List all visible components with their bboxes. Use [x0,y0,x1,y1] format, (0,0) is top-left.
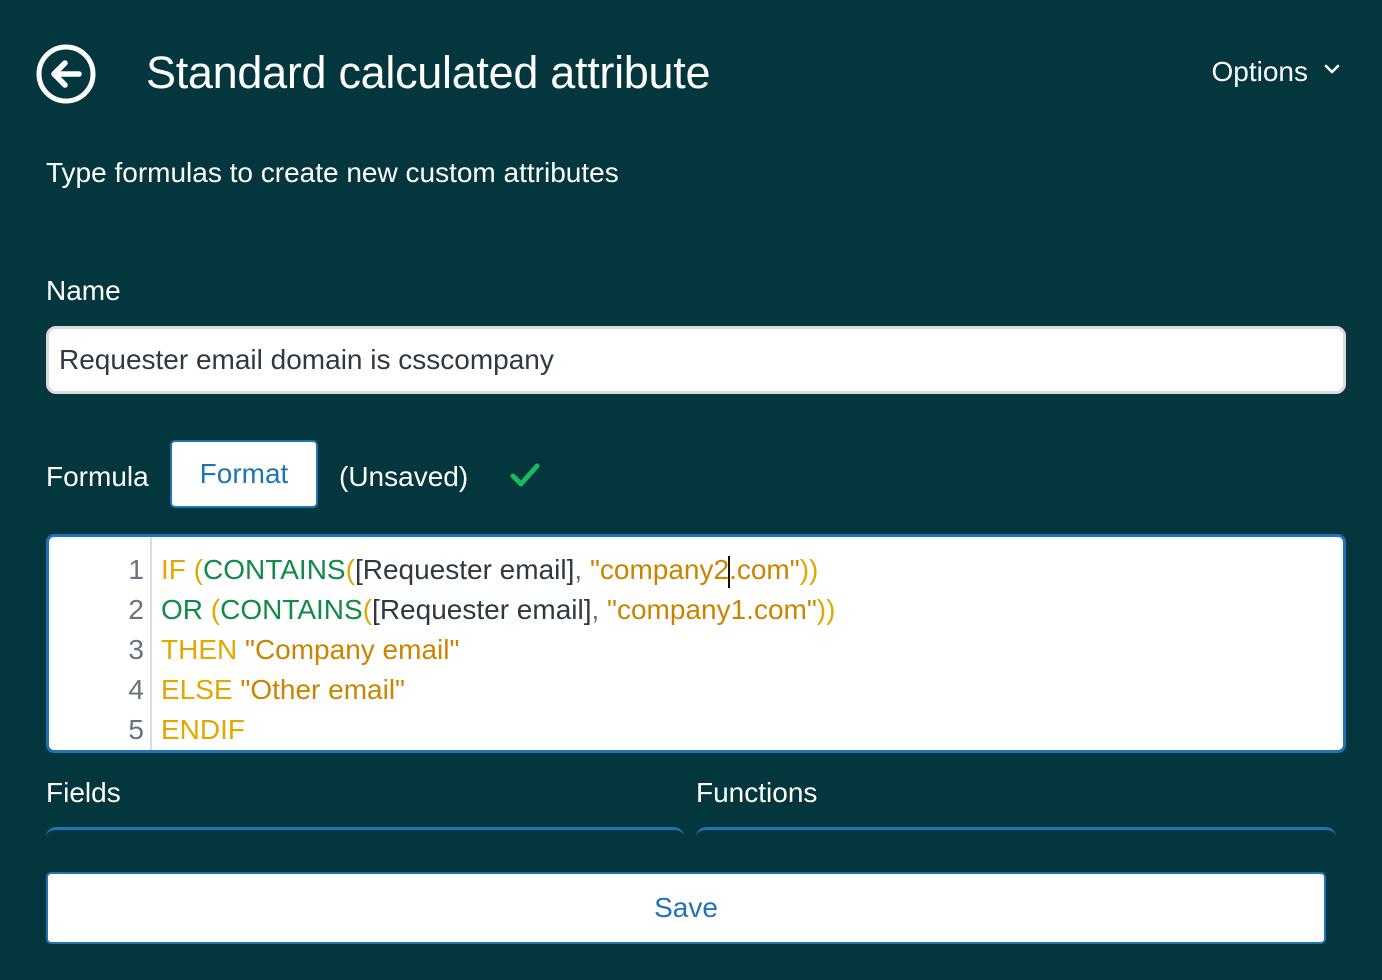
line-number: 4 [128,674,144,705]
code-token: CONTAINS [220,594,363,625]
line-number: 2 [128,594,144,625]
line-number-gutter: 1 2 3 4 5 [49,537,152,750]
code-line[interactable]: ENDIF [161,710,1343,750]
code-line[interactable]: ELSE "Other email" [161,670,1343,710]
code-token: CONTAINS [203,554,346,585]
formula-label: Formula [46,461,149,492]
code-token: "company2 [589,554,730,585]
page-subtitle: Type formulas to create new custom attri… [46,157,619,188]
page-title: Standard calculated attribute [146,47,711,98]
formula-editor[interactable]: 12345 IF (CONTAINS([Requester email], "c… [46,534,1346,753]
code-token: , [574,554,590,585]
code-token: , [591,594,608,625]
code-token: ENDIF [161,714,245,745]
check-icon [510,460,540,490]
code-line[interactable]: THEN "Company email" [161,630,1343,670]
code-token: ( [345,554,355,585]
code-line[interactable]: IF (CONTAINS([Requester email], "company… [161,550,1343,590]
code-token: )) [799,554,819,585]
unsaved-status: (Unsaved) [339,461,469,492]
line-number: 5 [128,714,144,745]
back-button[interactable] [35,43,97,105]
chevron-down-icon [1324,64,1340,74]
code-token: "Other email" [240,674,405,705]
code-token: ( [193,554,203,585]
arrow-left-circle-icon [36,44,96,104]
format-button[interactable]: Format [170,440,318,508]
code-token: IF [161,554,194,585]
functions-label: Functions [696,777,818,808]
options-label: Options [1211,56,1309,87]
fields-label: Fields [46,777,121,808]
code-token: ELSE [161,674,241,705]
functions-list-panel[interactable] [696,827,1336,837]
code-token: "company1.com" [607,594,817,625]
code-token: .com" [729,554,800,585]
line-number: 1 [128,554,144,585]
code-token: ( [362,594,373,625]
save-button[interactable]: Save [46,872,1326,944]
line-number: 3 [128,634,144,665]
code-token: )) [816,594,836,625]
code-token: THEN [161,634,245,665]
options-menu[interactable]: Options [1212,54,1343,90]
code-token: ( [210,594,221,625]
name-label: Name [46,275,121,306]
code-line[interactable]: OR (CONTAINS([Requester email], "company… [161,590,1343,630]
code-token: [Requester email] [372,594,592,625]
code-token: "Company email" [245,634,460,665]
fields-list-panel[interactable] [46,827,684,837]
code-token: [Requester email] [354,554,575,585]
code-token: OR [161,594,211,625]
name-input[interactable] [46,326,1346,394]
formula-code-area[interactable]: IF (CONTAINS([Requester email], "company… [152,537,1343,750]
